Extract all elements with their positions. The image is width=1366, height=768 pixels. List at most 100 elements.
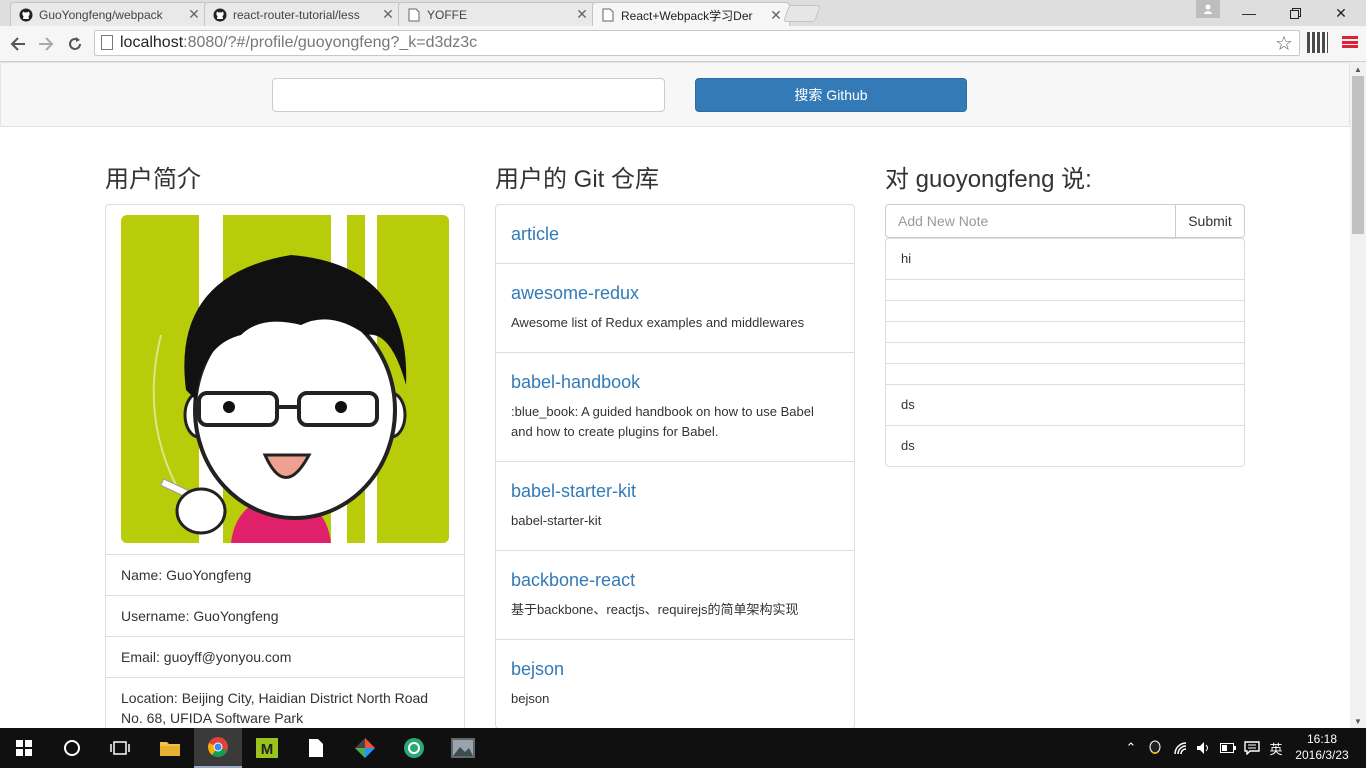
page-icon [101, 35, 113, 50]
svg-text:M: M [261, 741, 274, 758]
battery-icon[interactable] [1217, 728, 1239, 768]
browser-tab-4-active[interactable]: React+Webpack学习Der ✕ [592, 2, 790, 27]
search-input[interactable] [272, 78, 665, 112]
notes-column: 对 guoyongfeng 说: Add New Note Submit hi … [885, 162, 1245, 467]
wifi-icon[interactable] [1170, 728, 1192, 768]
note-item [886, 300, 1244, 321]
browser-tab-3[interactable]: YOFFE ✕ [398, 2, 596, 26]
repo-link[interactable]: awesome-redux [511, 283, 839, 303]
repo-description: babel-starter-kit [511, 513, 602, 528]
search-bar: 搜索 Github [0, 62, 1350, 127]
submit-note-button[interactable]: Submit [1176, 204, 1245, 238]
avatar-container [106, 205, 464, 554]
repo-item: babel-handbook :blue_book: A guided hand… [496, 352, 854, 461]
repo-link[interactable]: backbone-react [511, 570, 839, 590]
url-path: :8080/?#/profile/guoyongfeng?_k=d3dz3c [183, 34, 478, 51]
tray-expand-icon[interactable]: ⌃ [1122, 728, 1140, 768]
bookmark-star-icon[interactable]: ☆ [1275, 31, 1293, 56]
note-form: Add New Note Submit [885, 204, 1245, 238]
user-profile-icon[interactable] [1196, 0, 1220, 18]
close-icon[interactable]: ✕ [187, 6, 201, 23]
profile-email: Email: guoyff@yonyou.com [106, 636, 464, 677]
note-item [886, 321, 1244, 342]
search-circle-icon[interactable] [48, 728, 96, 768]
clock-date: 2016/3/23 [1295, 748, 1349, 762]
tab-title: React+Webpack学习Der [621, 8, 753, 23]
search-github-button[interactable]: 搜索 Github [695, 78, 967, 112]
tab-title: YOFFE [427, 7, 468, 22]
qr-code-icon[interactable] [1307, 32, 1328, 53]
note-item [886, 363, 1244, 384]
tab-title: GuoYongfeng/webpack [39, 7, 163, 22]
file-explorer-icon[interactable] [146, 728, 194, 768]
notification-icon[interactable] [1241, 728, 1263, 768]
url-text[interactable]: localhost:8080/?#/profile/guoyongfeng?_k… [120, 34, 477, 52]
app-green-icon[interactable] [390, 728, 438, 768]
repo-link[interactable]: babel-handbook [511, 372, 839, 392]
back-arrow-icon[interactable] [6, 32, 30, 56]
restore-icon[interactable] [1272, 0, 1318, 26]
menu-icon[interactable] [1342, 34, 1358, 50]
repo-description: bejson [511, 691, 550, 706]
chrome-icon[interactable] [194, 728, 242, 768]
repo-item: backbone-react 基于backbone、reactjs、requir… [496, 550, 854, 639]
photo-viewer-icon[interactable] [439, 728, 487, 768]
forward-arrow-icon[interactable] [34, 32, 58, 56]
qq-tray-icon[interactable] [1145, 728, 1165, 768]
task-view-icon[interactable] [96, 728, 144, 768]
close-icon[interactable]: ✕ [575, 6, 589, 23]
github-icon [19, 8, 33, 22]
repo-item: bejson bejson [496, 639, 854, 728]
profile-heading: 用户简介 [105, 166, 201, 193]
taskbar-clock[interactable]: 16:18 2016/3/23 [1290, 731, 1354, 763]
profile-name: Name: GuoYongfeng [106, 554, 464, 595]
note-list: hi ds ds [885, 238, 1245, 467]
vertical-scrollbar[interactable]: ▲ ▼ [1350, 62, 1366, 728]
document-icon[interactable] [292, 728, 340, 768]
maxthon-m-icon[interactable]: M [243, 728, 291, 768]
note-item: ds [886, 425, 1244, 466]
repo-description: :blue_book: A guided handbook on how to … [511, 404, 814, 439]
scroll-up-arrow-icon[interactable]: ▲ [1350, 62, 1366, 76]
repo-item: article [496, 205, 854, 263]
volume-icon[interactable] [1193, 728, 1215, 768]
new-tab-button[interactable] [782, 5, 822, 22]
windows-taskbar: M ⌃ 英 [0, 728, 1366, 768]
clock-time: 16:18 [1306, 732, 1338, 746]
profile-username: Username: GuoYongfeng [106, 595, 464, 636]
repo-link[interactable]: article [511, 224, 839, 244]
tab-title: react-router-tutorial/less [233, 7, 360, 22]
browser-tab-2[interactable]: react-router-tutorial/less ✕ [204, 2, 402, 26]
page-icon [407, 8, 421, 22]
repos-heading: 用户的 Git 仓库 [495, 166, 660, 193]
note-item [886, 279, 1244, 300]
scroll-down-arrow-icon[interactable]: ▼ [1350, 714, 1366, 728]
repo-list: article awesome-redux Awesome list of Re… [495, 204, 855, 728]
notes-heading: 对 guoyongfeng 说: [885, 166, 1092, 193]
repos-column: 用户的 Git 仓库 article awesome-redux Awesome… [495, 162, 855, 728]
windows-start-icon[interactable] [0, 728, 48, 768]
add-note-input[interactable]: Add New Note [885, 204, 1176, 238]
scroll-thumb[interactable] [1352, 76, 1364, 234]
profile-list: Name: GuoYongfeng Username: GuoYongfeng … [105, 204, 465, 728]
profile-location: Location: Beijing City, Haidian District… [106, 677, 464, 728]
browser-tab-1[interactable]: GuoYongfeng/webpack ✕ [10, 2, 208, 26]
minimize-icon[interactable]: — [1226, 0, 1272, 26]
page-viewport: 搜索 Github 用户简介 Name: GuoYongfeng Usernam… [0, 62, 1350, 728]
close-window-icon[interactable]: ✕ [1318, 0, 1364, 26]
git-kraken-icon[interactable] [341, 728, 389, 768]
close-icon[interactable]: ✕ [769, 7, 783, 24]
repo-link[interactable]: bejson [511, 659, 839, 679]
reload-icon[interactable] [63, 32, 87, 56]
repo-description: 基于backbone、reactjs、requirejs的简单架构实现 [511, 602, 799, 617]
repo-item: awesome-redux Awesome list of Redux exam… [496, 263, 854, 352]
github-icon [213, 8, 227, 22]
note-item: hi [901, 251, 912, 266]
repo-link[interactable]: babel-starter-kit [511, 481, 839, 501]
ime-indicator[interactable]: 英 [1265, 728, 1287, 768]
avatar [121, 215, 449, 543]
close-icon[interactable]: ✕ [381, 6, 395, 23]
tab-strip: GuoYongfeng/webpack ✕ react-router-tutor… [0, 0, 1366, 27]
page-icon [601, 8, 615, 22]
note-item: ds [886, 384, 1244, 425]
